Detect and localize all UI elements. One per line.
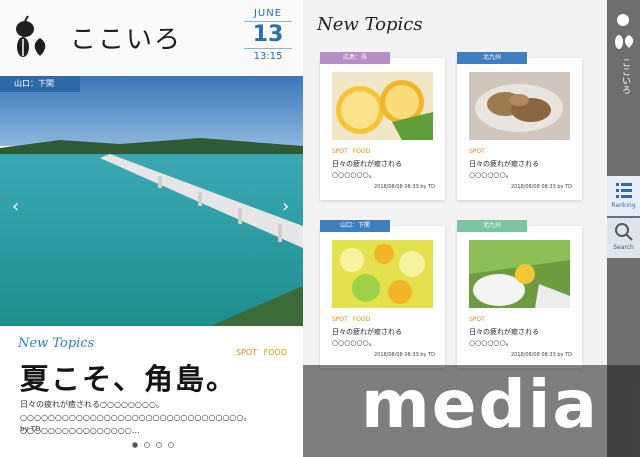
search-button[interactable]: Search — [607, 218, 640, 258]
ranking-button[interactable]: Ranking — [607, 176, 640, 216]
topics-heading: New Topics — [317, 14, 423, 35]
topic-card-4[interactable]: 北九州 SPOT 日々の疲れが癒される○○○○○○。 2018/08/08 08… — [457, 220, 582, 368]
date-month: JUNE — [253, 8, 283, 19]
featured-categories: SPOT FOOD — [236, 348, 287, 357]
card-food-label: FOOD — [352, 316, 371, 323]
next-arrow-icon[interactable]: › — [282, 196, 289, 217]
hero-location-tag: 山口：下関 — [0, 76, 80, 92]
search-label: Search — [613, 244, 634, 251]
featured-excerpt: 日々の疲れが癒される○○○○○○○○。○○○○○○○○○○○○○○○○○○○○○… — [20, 400, 252, 435]
card-categories: SPOT FOOD — [332, 316, 370, 323]
card-food-label: FOOD — [352, 148, 371, 155]
brand-name: ここいろ — [70, 24, 183, 55]
featured-story[interactable]: New Topics SPOT FOOD 夏こそ、角島。 日々の疲れが癒される○… — [0, 326, 303, 457]
carousel-dot-2[interactable] — [144, 442, 150, 448]
card-spot-label: SPOT — [332, 316, 348, 323]
hero-image[interactable]: 山口：下関 ‹ › — [0, 76, 303, 326]
sidebar-brand-name: ここいろ — [620, 58, 630, 94]
card-region-tag: 山口：下関 — [320, 220, 390, 232]
card-text: 日々の疲れが癒される○○○○○○。 — [332, 328, 402, 347]
card-region-tag: 北九州 — [457, 52, 527, 64]
card-image — [332, 240, 433, 308]
ranking-label: Ranking — [611, 202, 636, 209]
fried-food-photo — [469, 72, 570, 140]
card-text: 日々の疲れが癒される○○○○○○。 — [469, 328, 539, 347]
card-image — [469, 240, 570, 308]
card-categories: SPOT — [469, 316, 488, 323]
topic-card-3[interactable]: 山口：下関 SPOT FOOD 日々の疲れが癒される○○○○○○。 2018/0… — [320, 220, 445, 368]
carousel-dot-3[interactable] — [156, 442, 162, 448]
card-spot-label: SPOT — [332, 148, 348, 155]
carousel-dot-1[interactable] — [132, 442, 138, 448]
citrus-slices-photo — [332, 240, 433, 308]
card-categories: SPOT FOOD — [332, 148, 370, 155]
card-meta: 2018/08/08 08:33 by TD — [510, 184, 572, 190]
lemon-tree-photo — [469, 240, 570, 308]
search-icon — [614, 223, 633, 241]
sidebar-logo[interactable]: ここいろ — [607, 0, 640, 100]
featured-spot-label: SPOT — [236, 348, 258, 357]
featured-food-label: FOOD — [263, 348, 287, 357]
carousel-dot-4[interactable] — [168, 442, 174, 448]
card-image — [469, 72, 570, 140]
card-image — [332, 72, 433, 140]
lemon-photo — [332, 72, 433, 140]
media-banner-text: media — [361, 366, 599, 443]
card-spot-label: SPOT — [469, 316, 485, 323]
date-time: 13:15 — [253, 51, 283, 62]
fruit-logo-icon — [16, 15, 46, 57]
topic-card-1[interactable]: 広島：呉 SPOT FOOD 日々の疲れが癒される○○○○○○。 2018/08… — [320, 52, 445, 200]
date-widget: JUNE 13 13:15 — [244, 8, 292, 62]
brand-logo[interactable]: ここいろ — [12, 14, 182, 60]
card-meta: 2018/08/08 08:33 by TD — [373, 352, 435, 358]
card-text: 日々の疲れが癒される○○○○○○。 — [469, 160, 539, 179]
card-region-tag: 広島：呉 — [320, 52, 390, 64]
card-region-tag: 北九州 — [457, 220, 527, 232]
date-day: 13 — [244, 21, 292, 49]
left-panel: ここいろ JUNE 13 13:15 山口：下関 ‹ › New Topics … — [0, 0, 303, 457]
card-meta: 2018/08/08 08:33 by TD — [510, 352, 572, 358]
card-spot-label: SPOT — [469, 148, 485, 155]
card-categories: SPOT — [469, 148, 488, 155]
featured-title: 夏こそ、角島。 — [20, 362, 238, 396]
ranking-icon — [615, 183, 632, 198]
card-meta: 2018/08/08 08:33 by TD — [373, 184, 435, 190]
bridge-photo — [0, 76, 303, 326]
featured-section-label: New Topics — [18, 336, 95, 351]
topic-card-2[interactable]: 北九州 SPOT 日々の疲れが癒される○○○○○○。 2018/08/08 08… — [457, 52, 582, 200]
featured-author: by TD — [20, 425, 41, 433]
prev-arrow-icon[interactable]: ‹ — [12, 196, 19, 217]
card-text: 日々の疲れが癒される○○○○○○。 — [332, 160, 402, 179]
carousel-dots — [132, 442, 174, 448]
